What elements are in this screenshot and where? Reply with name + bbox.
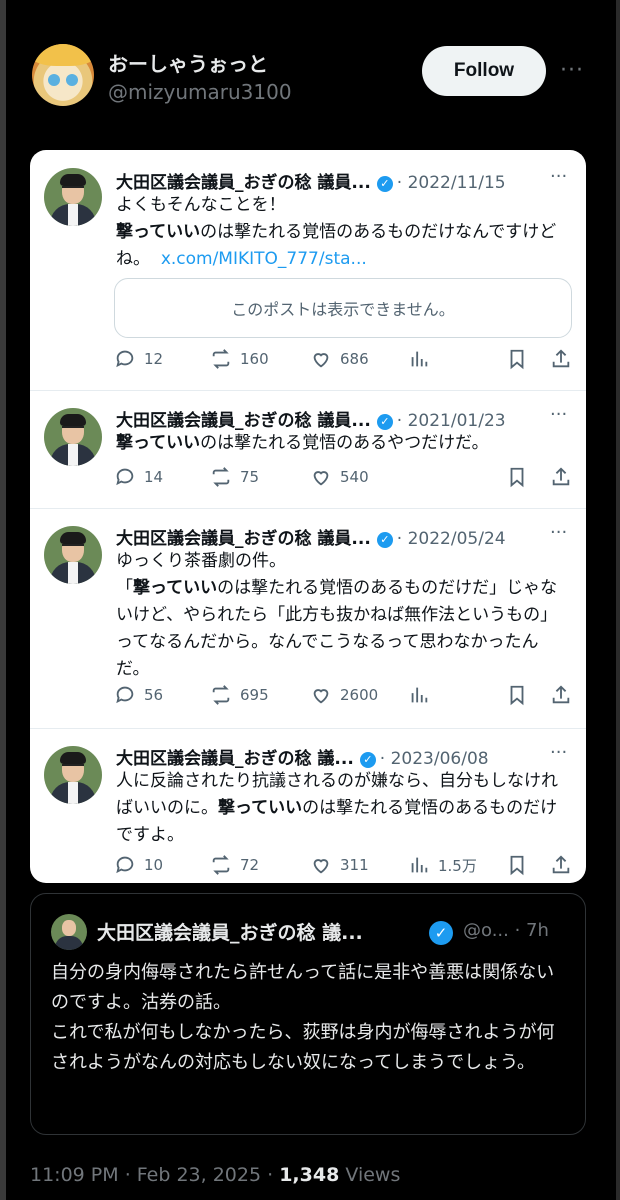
window-edge-left [0,0,6,1200]
author-display-name[interactable]: おーしゃうぉっと [108,48,268,77]
action-bar: 12 160 686 [114,348,574,372]
embedded-tweet-header: 大田区議会議員_おぎの稔 議... ✓ · 2023/06/08 [116,749,489,769]
follow-button[interactable]: Follow [422,46,546,96]
like-icon [313,689,329,704]
more-icon: ··· [550,404,568,425]
embedded-tweet-text: ゆっくり茶番劇の件。 「撃っていいのは撃たれる覚悟のあるものだけだ」じゃないけど… [116,551,558,679]
embedded-tweet: 大田区議会議員_おぎの稔 議員... ✓ · 2022/05/24 ··· ゆっくり… [30,508,586,729]
views-count: 1,348 [279,1164,340,1186]
reply-icon [116,468,134,486]
bookmark-icon [510,685,524,706]
bookmark-icon [510,467,524,488]
embedded-date: 2022/11/15 [407,173,506,193]
embedded-tweet-text: 撃っていいのは撃たれる覚悟のあるやつだけだ。 [116,433,489,453]
post-time: 11:09 PM [30,1164,119,1186]
quoted-meta: @o... · 7h [463,920,549,941]
quoted-author-name: 大田区議会議員_おぎの稔 議... [97,922,363,944]
repost-action: 160 [210,348,269,370]
repost-icon [212,855,230,875]
action-bar: 10 72 311 1.5万 [114,854,574,878]
embedded-tweet-text: よくもそんなことを！ 撃っていいのは撃たれる覚悟のあるものだけなんですけどね。 … [116,195,557,269]
quoted-tweet-text: 自分の身内侮辱されたら許せんって話に是非や善悪は関係ないのですよ。沽券の話。 こ… [51,962,555,1073]
embedded-link: x.com/MIKITO_777/sta... [160,249,367,269]
embedded-tweet-header: 大田区議会議員_おぎの稔 議員... ✓ · 2021/01/23 [116,411,506,431]
reply-action: 12 [114,348,163,370]
verified-icon: ✓ [359,752,376,768]
bookmark-icon [510,349,524,370]
share-icon [552,467,570,486]
reply-icon [116,350,134,368]
more-icon[interactable]: ··· [560,58,584,83]
like-icon [313,353,329,368]
more-icon: ··· [550,522,568,543]
avatar-hair [32,44,94,66]
verified-icon: ✓ [376,176,393,192]
embedded-tweet-header: 大田区議会議員_おぎの稔 議員... ✓ · 2022/11/15 [116,173,506,193]
reply-icon [116,686,134,704]
embedded-avatar [44,746,102,804]
post-timestamp[interactable]: 11:09 PM · Feb 23, 2025 · 1,348 Views [30,1164,400,1186]
repost-icon [212,349,230,369]
action-bar: 56 695 2600 [114,684,574,708]
bookmark-icon [510,855,524,876]
views-icon [411,687,428,703]
embedded-tweet-text: 人に反論されたり抗議されるのが嫌なら、自分もしなければいいのに。撃っていいのは撃… [116,771,558,845]
verified-icon: ✓ [376,414,393,430]
repost-icon [212,467,230,487]
repost-icon [212,685,230,705]
embedded-avatar [44,526,102,584]
more-icon: ··· [550,166,568,187]
avatar-eye-right [66,74,78,86]
views-action [408,348,438,370]
avatar-eye-left [48,74,60,86]
embedded-avatar [44,168,102,226]
views-icon [411,857,428,873]
share-icon [552,685,570,704]
verified-icon: ✓ [429,921,453,945]
share-icon [552,855,570,874]
embedded-tweet-header: 大田区議会議員_おぎの稔 議員... ✓ · 2022/05/24 [116,529,506,549]
unavailable-quote: このポストは表示できません。 [114,278,572,338]
window-edge-right [616,0,620,1200]
embedded-tweet: 大田区議会議員_おぎの稔 議員... ✓ · 2021/01/23 ··· 撃ってい… [30,390,586,509]
quoted-age: 7h [526,920,549,941]
embedded-tweet: 大田区議会議員_おぎの稔 議員... ✓ · 2022/11/15 ··· よくもそ… [30,150,586,391]
views-label: Views [345,1164,401,1186]
author-avatar[interactable] [32,44,94,106]
embedded-screenshot: 大田区議会議員_おぎの稔 議員... ✓ · 2022/11/15 ··· よくもそ… [30,150,586,883]
author-handle[interactable]: @mizyumaru3100 [108,80,292,104]
verified-icon: ✓ [376,532,393,548]
like-icon [313,859,329,874]
reply-icon [116,856,134,874]
quoted-avatar [51,914,87,950]
like-icon [313,471,329,486]
action-bar: 14 75 540 [114,466,574,490]
post-date: Feb 23, 2025 [136,1164,262,1186]
embedded-author-name: 大田区議会議員_おぎの稔 議員... [116,173,371,193]
embedded-tweet: 大田区議会議員_おぎの稔 議... ✓ · 2023/06/08 ··· 人に反論さ… [30,728,586,883]
embedded-avatar [44,408,102,466]
share-icon [552,349,570,368]
views-icon [411,351,428,367]
more-icon: ··· [550,742,568,763]
quoted-handle: @o... [463,920,509,941]
quoted-tweet[interactable]: 大田区議会議員_おぎの稔 議... ✓ @o... · 7h 自分の身内侮辱され… [30,893,586,1135]
like-action: 686 [310,348,369,370]
